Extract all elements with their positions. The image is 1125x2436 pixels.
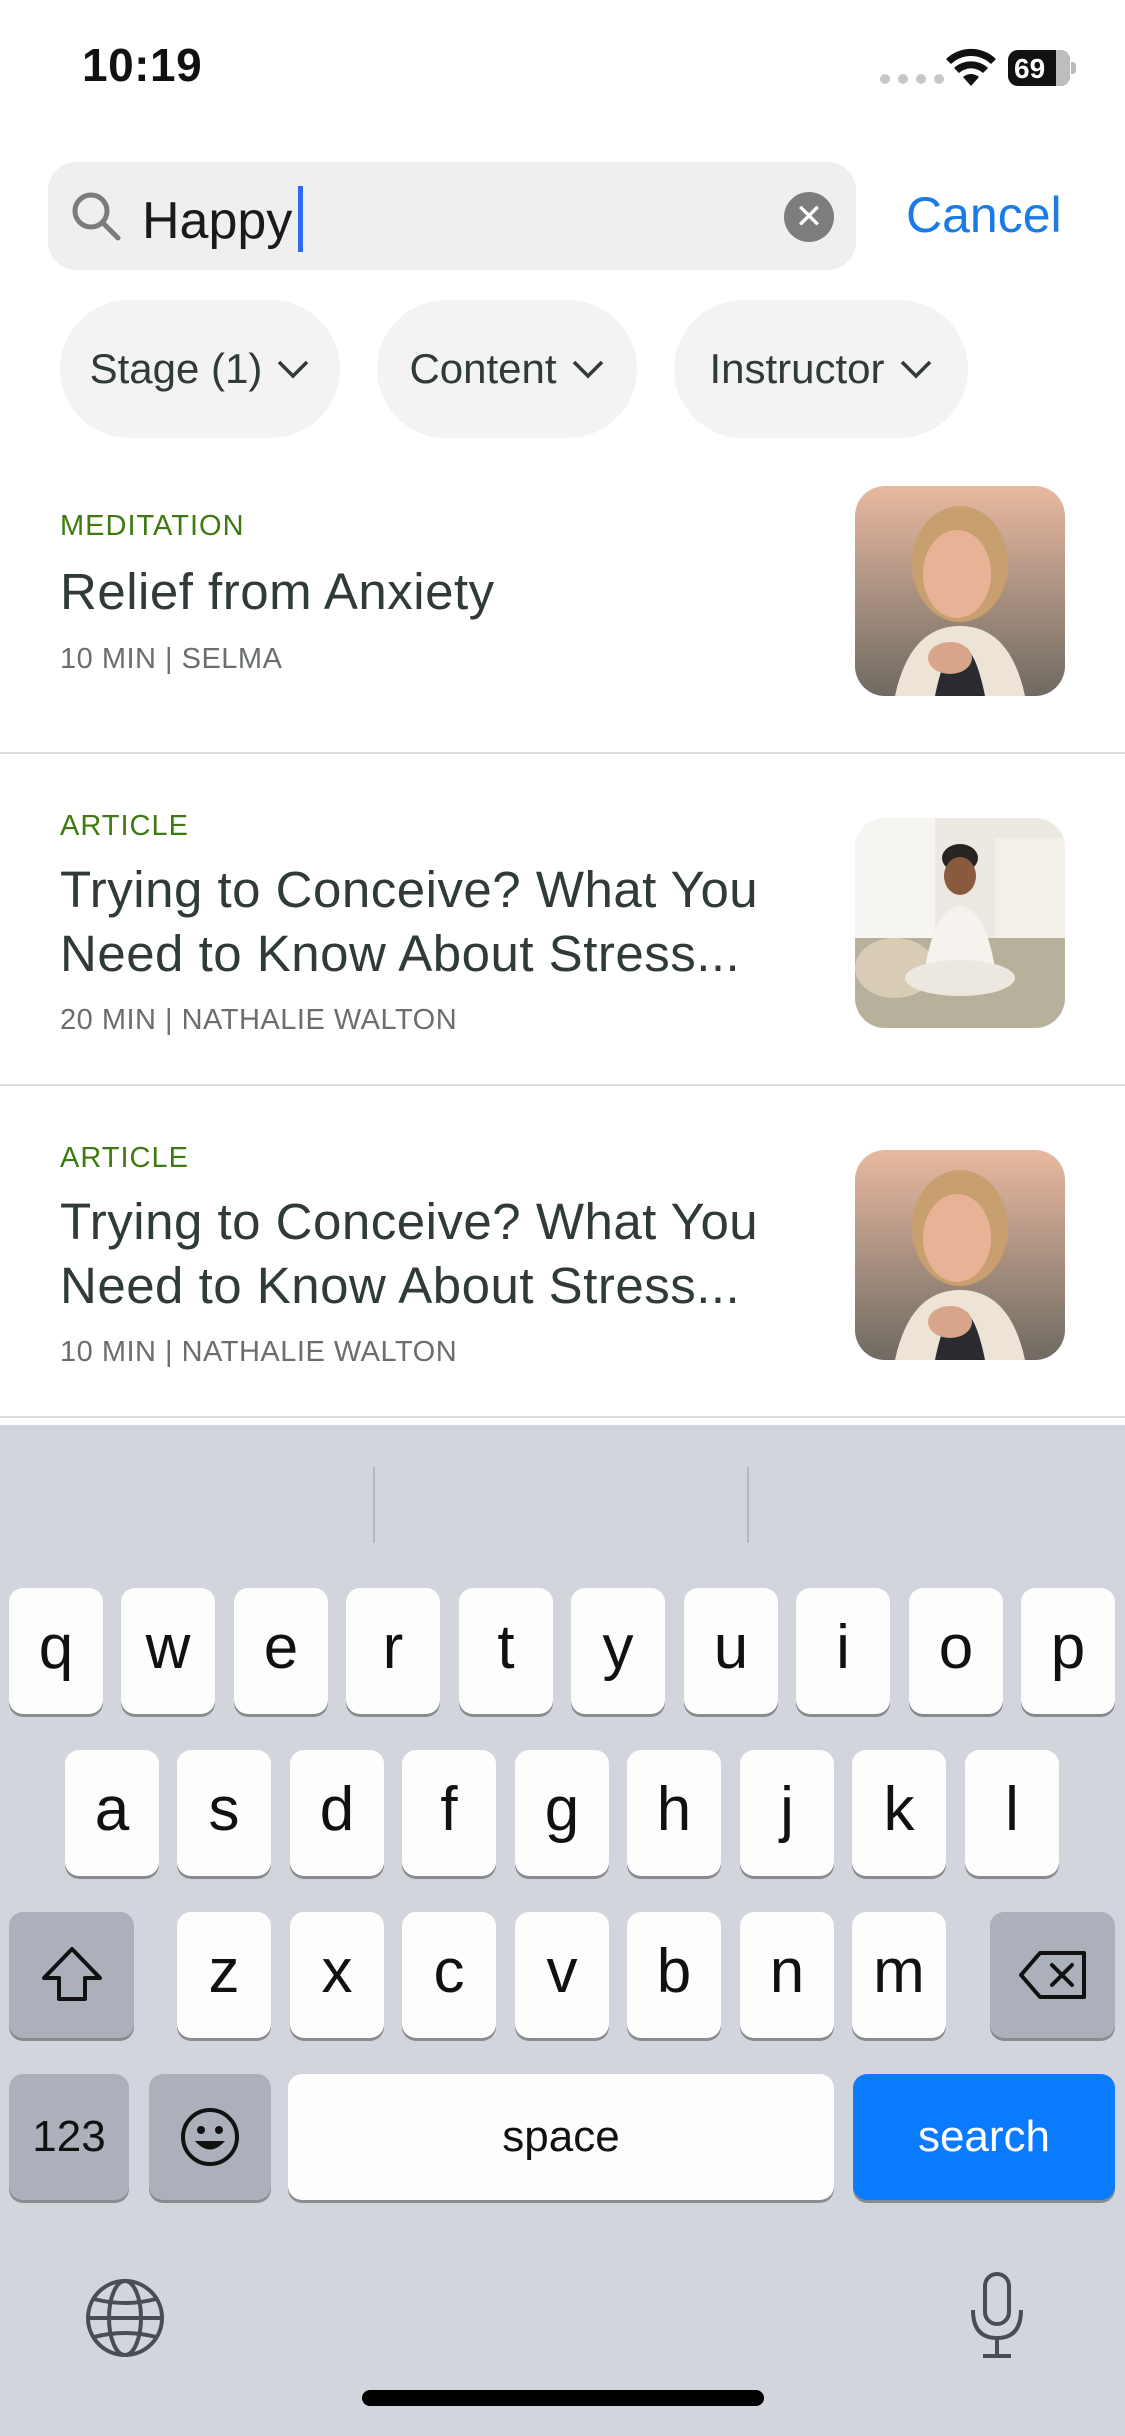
item-meta: 20 MIN | NATHALIE WALTON <box>60 1004 458 1036</box>
key-i[interactable]: i <box>796 1588 890 1714</box>
search-query: Happy <box>142 192 293 250</box>
key-e[interactable]: e <box>234 1588 328 1714</box>
key-g[interactable]: g <box>515 1750 609 1876</box>
content-type-label: MEDITATION <box>60 510 245 542</box>
thumbnail-image <box>855 818 1065 1028</box>
list-item[interactable]: ARTICLE Trying to Conceive? What You Nee… <box>0 1086 1125 1418</box>
status-time: 10:19 <box>82 39 203 91</box>
content-type-label: ARTICLE <box>60 810 189 842</box>
key-v[interactable]: v <box>515 1912 609 2038</box>
shift-key[interactable] <box>9 1912 134 2038</box>
item-meta: 10 MIN | NATHALIE WALTON <box>60 1336 458 1368</box>
key-n[interactable]: n <box>740 1912 834 2038</box>
microphone-icon[interactable] <box>965 2270 1029 2362</box>
search-icon <box>72 192 121 241</box>
list-item[interactable]: MEDITATION Relief from Anxiety 10 MIN | … <box>0 460 1125 754</box>
filter-stage[interactable]: Stage (1) <box>60 300 340 438</box>
wifi-icon <box>946 48 996 86</box>
backspace-icon <box>1018 1951 1086 1999</box>
item-meta: 10 MIN | SELMA <box>60 643 283 675</box>
suggestion-divider <box>747 1467 749 1543</box>
key-z[interactable]: z <box>177 1912 271 2038</box>
chevron-down-icon <box>278 360 309 379</box>
key-w[interactable]: w <box>121 1588 215 1714</box>
key-x[interactable]: x <box>290 1912 384 2038</box>
key-q[interactable]: q <box>9 1588 103 1714</box>
filter-stage-label: Stage (1) <box>89 345 263 392</box>
cancel-button[interactable]: Cancel <box>906 186 1062 244</box>
list-item[interactable]: ARTICLE Trying to Conceive? What You Nee… <box>0 754 1125 1086</box>
filter-instructor[interactable]: Instructor <box>674 300 968 438</box>
search-key[interactable]: search <box>853 2074 1115 2200</box>
thumbnail-image <box>855 1150 1065 1360</box>
key-h[interactable]: h <box>627 1750 721 1876</box>
key-a[interactable]: a <box>65 1750 159 1876</box>
status-bar: 10:19 69 <box>0 0 1125 140</box>
thumbnail-image <box>855 486 1065 696</box>
key-f[interactable]: f <box>402 1750 496 1876</box>
key-b[interactable]: b <box>627 1912 721 2038</box>
search-input[interactable]: Happy ✕ <box>48 162 856 270</box>
key-c[interactable]: c <box>402 1912 496 2038</box>
battery-level: 69 <box>1014 53 1046 84</box>
key-y[interactable]: y <box>571 1588 665 1714</box>
space-key[interactable]: space <box>288 2074 834 2200</box>
suggestion-divider <box>373 1467 375 1543</box>
keyboard: q w e r t y u i o p a s d f g h j k l z … <box>0 1425 1125 2436</box>
item-title: Trying to Conceive? What You Need to Kno… <box>60 1193 759 1314</box>
key-s[interactable]: s <box>177 1750 271 1876</box>
key-j[interactable]: j <box>740 1750 834 1876</box>
key-u[interactable]: u <box>684 1588 778 1714</box>
cellular-signal-icon <box>880 74 944 84</box>
item-title: Trying to Conceive? What You Need to Kno… <box>60 861 759 982</box>
filter-content-label: Content <box>409 345 557 392</box>
clear-search-button[interactable]: ✕ <box>784 192 834 242</box>
text-caret <box>298 186 304 252</box>
key-m[interactable]: m <box>852 1912 946 2038</box>
chevron-down-icon <box>900 360 931 379</box>
key-k[interactable]: k <box>852 1750 946 1876</box>
shift-icon <box>41 1947 102 2001</box>
chevron-down-icon <box>572 360 603 379</box>
home-indicator <box>362 2390 764 2406</box>
key-t[interactable]: t <box>459 1588 553 1714</box>
key-l[interactable]: l <box>965 1750 1059 1876</box>
filter-instructor-label: Instructor <box>709 345 885 392</box>
key-r[interactable]: r <box>346 1588 440 1714</box>
delete-key[interactable] <box>990 1912 1115 2038</box>
emoji-key[interactable] <box>149 2074 271 2200</box>
item-title: Relief from Anxiety <box>60 563 495 620</box>
globe-icon[interactable] <box>84 2277 166 2359</box>
filter-content[interactable]: Content <box>377 300 637 438</box>
key-o[interactable]: o <box>909 1588 1003 1714</box>
content-type-label: ARTICLE <box>60 1142 189 1174</box>
emoji-icon <box>181 2108 239 2166</box>
key-p[interactable]: p <box>1021 1588 1115 1714</box>
key-d[interactable]: d <box>290 1750 384 1876</box>
battery-icon: 69 <box>1008 50 1076 86</box>
numbers-key[interactable]: 123 <box>9 2074 129 2200</box>
